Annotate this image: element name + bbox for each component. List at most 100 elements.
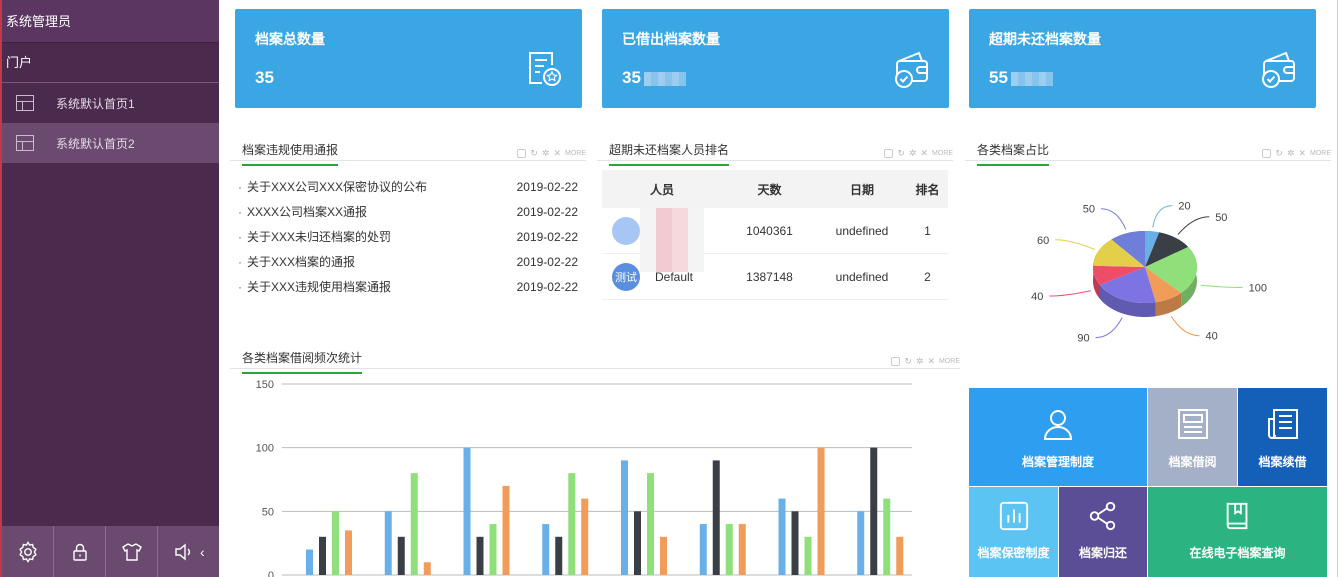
- sidebar-item-home2[interactable]: 系统默认首页2: [2, 123, 219, 163]
- stat-card-value: 35: [622, 68, 686, 88]
- user-icon: [1043, 410, 1073, 440]
- notice-list: 关于XXX公司XXX保密协议的公布 2019-02-22 XXXX公司档案XX通报…: [238, 174, 578, 299]
- panel-tools: ↻ ✲ ✕ MORE: [1262, 148, 1331, 159]
- bar: [699, 524, 707, 575]
- tile-label: 档案保密制度: [977, 546, 1050, 560]
- stat-card-borrowed[interactable]: 已借出档案数量 35: [602, 9, 949, 108]
- pie-chart: 20 50 100 40 90 40 60 50: [969, 170, 1329, 380]
- pie-leader-line: [1200, 284, 1243, 288]
- bar: [817, 447, 825, 575]
- bar: [725, 524, 733, 575]
- share-icon: [1089, 501, 1116, 531]
- gear-icon[interactable]: ✲: [909, 148, 917, 159]
- close-icon[interactable]: ✕: [553, 148, 561, 159]
- stat-card-title: 已借出档案数量: [622, 31, 720, 47]
- refresh-icon[interactable]: ↻: [1275, 148, 1283, 159]
- tile-online-archive-query[interactable]: 在线电子档案查询: [1148, 487, 1327, 577]
- bar: [502, 485, 510, 575]
- list-item[interactable]: 关于XXX未归还档案的处罚 2019-02-22: [238, 224, 578, 249]
- sidebar-item-label: 系统默认首页2: [56, 136, 135, 151]
- more-link[interactable]: MORE: [1310, 150, 1331, 157]
- panel-title: 各类档案借阅频次统计: [242, 349, 363, 374]
- sidebar-footer: ‹: [2, 526, 219, 577]
- lock-icon[interactable]: [891, 357, 901, 366]
- sidebar-item-home1[interactable]: 系统默认首页1: [2, 83, 219, 123]
- close-icon[interactable]: ✕: [927, 356, 935, 367]
- close-icon[interactable]: ✕: [920, 148, 928, 159]
- refresh-icon[interactable]: ↻: [530, 148, 538, 159]
- table-row[interactable]: 测试 Default 1387148 undefined 2: [602, 254, 948, 300]
- bar: [738, 524, 746, 575]
- y-tick-label: 50: [262, 506, 274, 518]
- days-cell: 1040361: [746, 223, 793, 238]
- refresh-icon[interactable]: ↻: [897, 148, 905, 159]
- notice-text[interactable]: 关于XXX违规使用档案通报: [238, 278, 391, 295]
- notice-date: 2019-02-22: [516, 179, 578, 194]
- tile-archive-renew[interactable]: 档案续借: [1238, 388, 1327, 486]
- pie-leader-line: [1100, 208, 1127, 230]
- gear-icon[interactable]: ✲: [542, 148, 550, 159]
- notice-text[interactable]: 关于XXX档案的通报: [238, 253, 355, 270]
- more-link[interactable]: MORE: [565, 150, 586, 157]
- panel-title: 档案违规使用通报: [242, 141, 339, 166]
- tile-archive-borrow[interactable]: 档案借阅: [1148, 388, 1237, 486]
- list-item[interactable]: 关于XXX违规使用档案通报 2019-02-22: [238, 274, 578, 299]
- notice-text[interactable]: 关于XXX未归还档案的处罚: [238, 228, 391, 245]
- gear-icon[interactable]: [2, 526, 54, 577]
- bar: [555, 536, 563, 575]
- more-link[interactable]: MORE: [939, 358, 960, 365]
- list-item[interactable]: 关于XXX公司XXX保密协议的公布 2019-02-22: [238, 174, 578, 199]
- stat-card-title: 档案总数量: [255, 31, 325, 47]
- lock-icon[interactable]: [884, 149, 894, 158]
- avatar: 测试: [612, 262, 640, 291]
- gear-icon[interactable]: ✲: [916, 356, 924, 367]
- tile-archive-rules[interactable]: 档案管理制度: [969, 388, 1147, 486]
- pie-label: 60: [1037, 235, 1049, 247]
- list-item[interactable]: XXXX公司档案XX通报 2019-02-22: [238, 199, 578, 224]
- table-header: 人员 天数 日期 排名: [602, 170, 948, 208]
- speaker-icon[interactable]: ‹: [158, 526, 210, 577]
- col-header: 日期: [849, 182, 874, 197]
- tile-archive-secrecy[interactable]: 档案保密制度: [969, 487, 1058, 577]
- shirt-icon[interactable]: [106, 526, 158, 577]
- bar: [857, 511, 865, 575]
- bar-panel-header: 各类档案借阅频次统计 ↻ ✲ ✕ MORE: [230, 345, 960, 374]
- tile-archive-return[interactable]: 档案归还: [1059, 487, 1147, 577]
- notice-text[interactable]: 关于XXX公司XXX保密协议的公布: [238, 178, 427, 195]
- lock-icon[interactable]: [1262, 149, 1272, 158]
- pie-label: 90: [1077, 333, 1089, 345]
- stat-card-total[interactable]: 档案总数量 35: [235, 9, 582, 108]
- panel-tools: ↻ ✲ ✕ MORE: [517, 148, 586, 159]
- close-icon[interactable]: ✕: [1298, 148, 1306, 159]
- list-item[interactable]: 关于XXX档案的通报 2019-02-22: [238, 249, 578, 274]
- bar: [568, 473, 576, 575]
- lock-icon[interactable]: [54, 526, 106, 577]
- blurred-text: [643, 71, 686, 86]
- bar: [647, 473, 654, 575]
- tile-label: 档案续借: [1258, 455, 1307, 469]
- pie-label: 50: [1083, 204, 1095, 216]
- newspaper-icon: [1177, 409, 1208, 439]
- table-row[interactable]: 1040361 undefined 1: [602, 208, 948, 272]
- sidebar-portal-label[interactable]: 门户: [2, 43, 219, 83]
- refresh-icon[interactable]: ↻: [904, 356, 912, 367]
- sidebar: 系统管理员 门户 系统默认首页1 系统默认首页2 ‹: [0, 0, 219, 577]
- stat-card-title: 超期未还档案数量: [989, 31, 1101, 47]
- lock-icon[interactable]: [517, 149, 527, 158]
- bar: [306, 549, 313, 575]
- gear-icon[interactable]: ✲: [1287, 148, 1295, 159]
- bar: [384, 511, 392, 575]
- blurred-text: [1010, 71, 1053, 86]
- pie-label: 50: [1215, 212, 1227, 224]
- notice-text[interactable]: XXXX公司档案XX通报: [238, 203, 367, 220]
- date-cell: undefined: [835, 223, 889, 238]
- collapse-arrow-icon[interactable]: ‹: [200, 544, 205, 560]
- book-icon: [1226, 502, 1247, 530]
- tile-label: 档案借阅: [1168, 455, 1217, 469]
- pie-chart-svg: 20 50 100 40 90 40 60 50: [1031, 201, 1267, 345]
- pie-leader-line: [1055, 239, 1095, 250]
- stat-card-overdue[interactable]: 超期未还档案数量 55: [969, 9, 1316, 108]
- more-link[interactable]: MORE: [932, 150, 953, 157]
- panel-title: 各类档案占比: [977, 141, 1050, 166]
- bar: [896, 536, 904, 575]
